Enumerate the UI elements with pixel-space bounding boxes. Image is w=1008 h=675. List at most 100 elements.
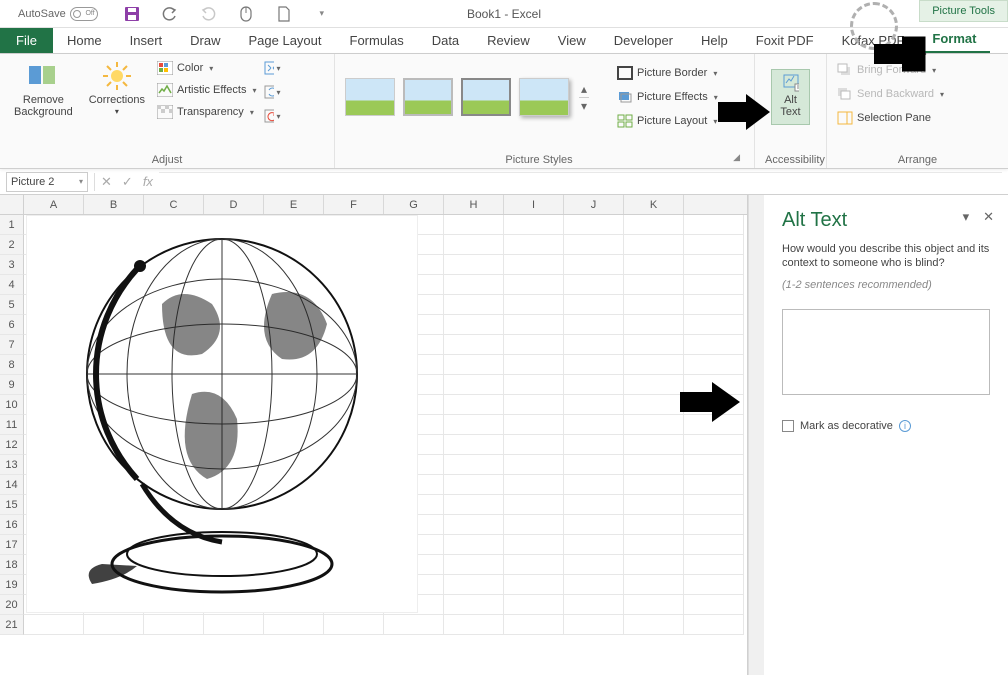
selection-pane-button[interactable]: Selection Pane xyxy=(837,110,998,126)
cell[interactable] xyxy=(564,575,624,595)
row-header[interactable]: 2 xyxy=(0,235,24,255)
cancel-icon[interactable]: ✕ xyxy=(101,174,112,190)
row-header[interactable]: 20 xyxy=(0,595,24,615)
cell[interactable] xyxy=(564,615,624,635)
tab-draw[interactable]: Draw xyxy=(176,28,234,53)
style-thumb-3[interactable] xyxy=(461,78,511,116)
cell[interactable] xyxy=(564,415,624,435)
row-header[interactable]: 12 xyxy=(0,435,24,455)
cell[interactable] xyxy=(624,375,684,395)
styles-gallery[interactable]: ▴▾ xyxy=(345,78,591,116)
row-header[interactable]: 16 xyxy=(0,515,24,535)
qat-dropdown-icon[interactable]: ▾ xyxy=(314,6,330,22)
cell[interactable] xyxy=(624,215,684,235)
cell[interactable] xyxy=(624,455,684,475)
save-icon[interactable] xyxy=(124,6,140,22)
col-header[interactable]: I xyxy=(504,195,564,214)
row-header[interactable]: 18 xyxy=(0,555,24,575)
cell[interactable] xyxy=(624,295,684,315)
cell[interactable] xyxy=(504,315,564,335)
cell[interactable] xyxy=(504,375,564,395)
col-header[interactable]: G xyxy=(384,195,444,214)
document-icon[interactable] xyxy=(276,6,292,22)
tab-developer[interactable]: Developer xyxy=(600,28,687,53)
cell[interactable] xyxy=(564,535,624,555)
row-header[interactable]: 9 xyxy=(0,375,24,395)
tab-help[interactable]: Help xyxy=(687,28,742,53)
mouse-icon[interactable] xyxy=(238,6,254,22)
cell[interactable] xyxy=(564,355,624,375)
formula-input[interactable] xyxy=(159,172,1002,192)
cell[interactable] xyxy=(564,275,624,295)
cell[interactable] xyxy=(444,255,504,275)
cell[interactable] xyxy=(684,535,744,555)
cell[interactable] xyxy=(624,435,684,455)
tab-format[interactable]: Format xyxy=(918,26,990,53)
row-header[interactable]: 21 xyxy=(0,615,24,635)
cell[interactable] xyxy=(504,475,564,495)
autosave-toggle[interactable]: AutoSave Off xyxy=(18,7,98,21)
redo-icon[interactable] xyxy=(200,6,216,22)
cell[interactable] xyxy=(684,335,744,355)
col-header[interactable]: C xyxy=(144,195,204,214)
cell[interactable] xyxy=(444,275,504,295)
styles-dialog-launcher[interactable]: ◢ xyxy=(733,152,744,166)
col-header[interactable]: H xyxy=(444,195,504,214)
tab-page-layout[interactable]: Page Layout xyxy=(235,28,336,53)
cell[interactable] xyxy=(684,515,744,535)
picture-tools-contextual-tab[interactable]: Picture Tools xyxy=(919,0,1008,22)
cell[interactable] xyxy=(564,315,624,335)
cell[interactable] xyxy=(564,235,624,255)
cell[interactable] xyxy=(84,615,144,635)
cell[interactable] xyxy=(684,255,744,275)
cell[interactable] xyxy=(684,275,744,295)
cell[interactable] xyxy=(684,595,744,615)
transparency-button[interactable]: Transparency xyxy=(157,104,257,120)
cell[interactable] xyxy=(564,335,624,355)
row-header[interactable]: 6 xyxy=(0,315,24,335)
cell[interactable] xyxy=(624,615,684,635)
cell[interactable] xyxy=(444,235,504,255)
cell[interactable] xyxy=(444,355,504,375)
cell[interactable] xyxy=(444,495,504,515)
cell[interactable] xyxy=(504,215,564,235)
cell[interactable] xyxy=(684,495,744,515)
send-backward-button[interactable]: Send Backward xyxy=(837,86,998,102)
cell[interactable] xyxy=(624,335,684,355)
row-header[interactable]: 1 xyxy=(0,215,24,235)
cell[interactable] xyxy=(504,295,564,315)
cell[interactable] xyxy=(444,615,504,635)
cell[interactable] xyxy=(504,275,564,295)
cell[interactable] xyxy=(564,515,624,535)
row-header[interactable]: 8 xyxy=(0,355,24,375)
toggle-switch[interactable]: Off xyxy=(70,7,98,21)
cell[interactable] xyxy=(504,235,564,255)
decorative-checkbox[interactable] xyxy=(782,420,794,432)
cell[interactable] xyxy=(504,335,564,355)
cell[interactable] xyxy=(624,355,684,375)
cell[interactable] xyxy=(504,575,564,595)
cell[interactable] xyxy=(444,415,504,435)
cell[interactable] xyxy=(444,395,504,415)
cell[interactable] xyxy=(444,435,504,455)
picture-effects-button[interactable]: Picture Effects xyxy=(617,89,718,105)
cell[interactable] xyxy=(564,595,624,615)
style-thumb-2[interactable] xyxy=(403,78,453,116)
cell[interactable] xyxy=(684,455,744,475)
col-header[interactable]: B xyxy=(84,195,144,214)
cell[interactable] xyxy=(624,515,684,535)
cell[interactable] xyxy=(444,375,504,395)
row-header[interactable]: 5 xyxy=(0,295,24,315)
cell[interactable] xyxy=(444,295,504,315)
cell[interactable] xyxy=(564,475,624,495)
col-header[interactable]: D xyxy=(204,195,264,214)
cell[interactable] xyxy=(624,575,684,595)
cell[interactable] xyxy=(624,255,684,275)
cell[interactable] xyxy=(504,555,564,575)
inserted-picture-globe[interactable] xyxy=(26,215,418,613)
cell[interactable] xyxy=(504,455,564,475)
corrections-button[interactable]: Corrections ▾ xyxy=(85,58,149,119)
info-icon[interactable]: i xyxy=(899,420,911,432)
cell[interactable] xyxy=(444,455,504,475)
cell[interactable] xyxy=(144,615,204,635)
